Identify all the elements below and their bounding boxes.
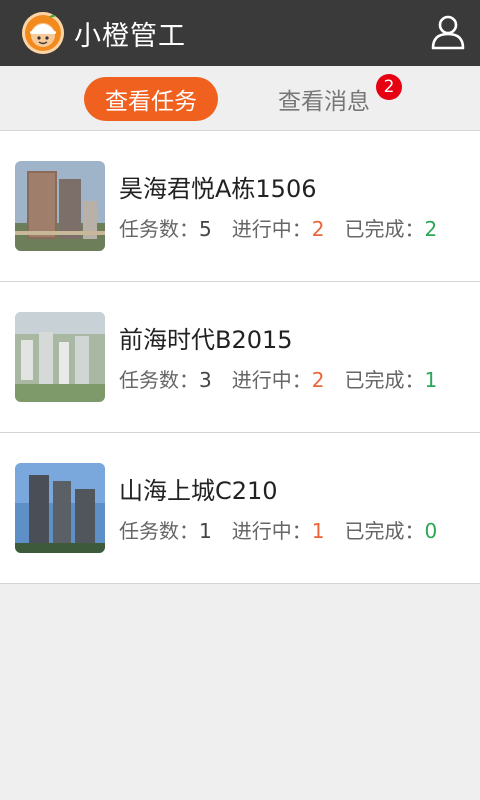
tab-view-tasks[interactable]: 查看任务 [84, 77, 218, 121]
task-count-value: 1 [199, 519, 212, 543]
list-item[interactable]: 山海上城C210 任务数：1 进行中：1 已完成：0 [0, 433, 480, 584]
tab-bar: 查看任务 查看消息 [0, 66, 480, 131]
task-count-value: 5 [199, 217, 212, 241]
done-stat: 已完成：0 [344, 515, 437, 544]
done-label: 已完成： [344, 368, 425, 392]
project-name: 山海上城C210 [119, 477, 278, 505]
list-item[interactable]: 前海时代B2015 任务数：3 进行中：2 已完成：1 [0, 282, 480, 433]
in-progress-stat: 进行中：1 [232, 515, 325, 544]
in-progress-value: 1 [311, 519, 325, 543]
project-list: 昊海君悦A栋1506 任务数：5 进行中：2 已完成：2 前海时代B2015 任… [0, 131, 480, 584]
task-count-stat: 任务数：3 [119, 364, 212, 393]
task-count-stat: 任务数：5 [119, 213, 212, 242]
list-item[interactable]: 昊海君悦A栋1506 任务数：5 进行中：2 已完成：2 [0, 131, 480, 282]
task-stats: 任务数：1 进行中：1 已完成：0 [119, 515, 457, 544]
in-progress-stat: 进行中：2 [232, 364, 325, 393]
task-count-value: 3 [199, 368, 212, 392]
message-count-badge: 2 [376, 74, 402, 100]
building-thumbnail [15, 463, 105, 553]
building-thumbnail [15, 312, 105, 402]
task-count-stat: 任务数：1 [119, 515, 212, 544]
task-stats: 任务数：3 进行中：2 已完成：1 [119, 364, 457, 393]
project-name: 昊海君悦A栋1506 [119, 175, 317, 203]
top-app-bar: 小橙管工 [0, 0, 480, 66]
done-value: 2 [424, 217, 438, 241]
worker-helmet-logo-icon [22, 12, 64, 54]
in-progress-value: 2 [311, 217, 325, 241]
app-title: 小橙管工 [74, 20, 186, 52]
done-value: 0 [424, 519, 438, 543]
done-value: 1 [424, 368, 438, 392]
done-label: 已完成： [344, 519, 425, 543]
in-progress-label: 进行中： [231, 368, 312, 392]
done-stat: 已完成：1 [344, 364, 437, 393]
in-progress-label: 进行中： [231, 217, 312, 241]
done-label: 已完成： [344, 217, 425, 241]
task-count-label: 任务数： [119, 519, 199, 543]
task-count-label: 任务数： [119, 217, 199, 241]
in-progress-value: 2 [311, 368, 325, 392]
tab-view-messages[interactable]: 查看消息 [278, 77, 370, 121]
in-progress-label: 进行中： [231, 519, 312, 543]
building-thumbnail [15, 161, 105, 251]
task-stats: 任务数：5 进行中：2 已完成：2 [119, 213, 457, 242]
done-stat: 已完成：2 [344, 213, 437, 242]
in-progress-stat: 进行中：2 [232, 213, 325, 242]
task-count-label: 任务数： [119, 368, 199, 392]
project-name: 前海时代B2015 [119, 326, 293, 354]
user-icon[interactable] [430, 14, 466, 50]
